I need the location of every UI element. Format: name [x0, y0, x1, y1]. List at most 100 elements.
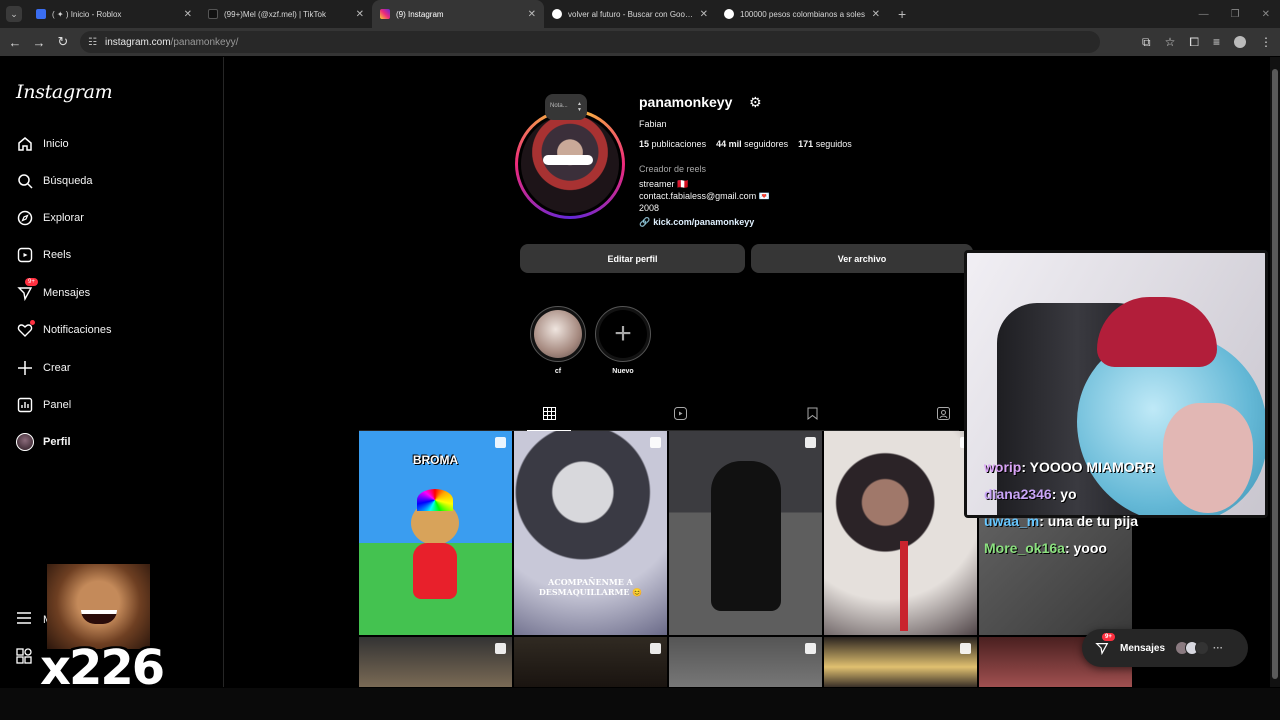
posts-stat: 15 publicaciones	[639, 139, 707, 149]
sidebar-item-explorar[interactable]: Explorar	[16, 207, 84, 229]
post-thumbnail[interactable]	[514, 637, 667, 687]
view-archive-button[interactable]: Ver archivo	[751, 244, 973, 273]
threads-apps-icon[interactable]	[16, 648, 32, 669]
tab-title: ( ✦ ) Inicio - Roblox	[52, 9, 122, 19]
post-caption: ACOMPAÑENME A DESMAQUILLARME 😊	[538, 577, 643, 597]
browser-tab[interactable]: 100000 pesos colombianos a soles ✕	[716, 0, 888, 28]
new-tab-icon[interactable]: +	[898, 6, 906, 22]
bookmark-star-icon[interactable]: ☆	[1165, 35, 1176, 49]
reel-badge-icon	[495, 437, 506, 448]
reload-icon[interactable]: ↻	[51, 34, 75, 50]
settings-gear-icon[interactable]: ⚙	[749, 94, 762, 111]
url-host: instagram.com	[104, 36, 171, 48]
tagged-icon	[936, 407, 950, 420]
tiktok-favicon-icon	[208, 9, 218, 19]
link-icon: 🔗	[639, 217, 651, 227]
monkey-illustration	[403, 489, 467, 601]
sidebar-item-crear[interactable]: Crear	[16, 357, 71, 379]
post-thumbnail[interactable]: ACOMPAÑENME A DESMAQUILLARME 😊	[514, 431, 667, 635]
tab-title: (9) Instagram	[396, 9, 444, 19]
sidebar-item-perfil[interactable]: Perfil	[16, 431, 71, 453]
profile-note-bubble[interactable]: Nota... ▲ ▼	[545, 94, 587, 120]
messages-pill-button[interactable]: 9+ Mensajes ···	[1082, 629, 1248, 667]
meme-face-overlay	[47, 564, 150, 649]
tab-reels[interactable]	[658, 407, 702, 425]
messenger-icon: 9+	[16, 278, 38, 302]
messenger-icon: 9+	[1094, 633, 1115, 656]
browser-tab[interactable]: volver al futuro - Buscar con Google ✕	[544, 0, 716, 28]
heart-icon	[16, 320, 35, 339]
reel-badge-icon	[805, 643, 816, 654]
close-tab-icon[interactable]: ✕	[356, 9, 364, 20]
browser-tab-active[interactable]: (9) Instagram ✕	[372, 0, 544, 28]
sidebar-item-label: Mensajes	[43, 287, 91, 299]
hamburger-menu-icon	[16, 611, 34, 628]
profile-picture[interactable]	[515, 109, 625, 219]
tab-posts[interactable]	[527, 407, 571, 431]
roblox-favicon-icon	[36, 9, 46, 19]
home-icon	[16, 135, 34, 153]
sidebar-item-label: Perfil	[43, 436, 71, 448]
media-icon[interactable]: ≡	[1213, 35, 1220, 49]
close-tab-icon[interactable]: ✕	[528, 9, 536, 20]
close-tab-icon[interactable]: ✕	[184, 9, 192, 20]
sidebar-item-busqueda[interactable]: Búsqueda	[16, 170, 93, 192]
chat-message: More_ok16a: yooo	[984, 540, 1107, 556]
unread-dot	[30, 320, 35, 325]
bookmark-icon	[807, 407, 817, 421]
minimize-icon[interactable]: —	[1199, 9, 1209, 20]
tab-search-button[interactable]: ⌄	[6, 6, 22, 22]
browser-menu-icon[interactable]: ⋮	[1260, 35, 1272, 49]
profile-category: Creador de reels	[639, 164, 707, 174]
followers-stat[interactable]: 44 mil seguidores	[716, 139, 788, 149]
close-tab-icon[interactable]: ✕	[700, 9, 708, 20]
post-thumbnail[interactable]	[669, 431, 822, 635]
bio-line: contact.fabialess@gmail.com 💌	[639, 191, 770, 201]
site-info-icon[interactable]: ☷	[88, 37, 97, 48]
chat-message: diana2346: yo	[984, 486, 1077, 502]
tab-saved[interactable]	[790, 407, 834, 425]
post-thumbnail[interactable]	[359, 637, 512, 687]
page-scrollbar[interactable]	[1270, 57, 1280, 687]
browser-profile-avatar[interactable]	[1234, 36, 1246, 48]
post-thumbnail[interactable]	[669, 637, 822, 687]
maximize-icon[interactable]: ❐	[1231, 9, 1240, 20]
sidebar-item-label: Reels	[43, 249, 72, 261]
forward-icon[interactable]: →	[27, 35, 51, 50]
highlight-cf[interactable]: cf	[529, 306, 587, 375]
sidebar-item-mensajes[interactable]: 9+ Mensajes	[16, 278, 91, 304]
close-window-icon[interactable]: ✕	[1262, 9, 1270, 20]
sidebar-item-reels[interactable]: Reels	[16, 244, 71, 266]
extensions-icon[interactable]: ⧠	[1189, 35, 1199, 50]
back-icon[interactable]: ←	[3, 35, 27, 50]
instagram-favicon-icon	[380, 9, 390, 19]
post-thumbnail[interactable]	[824, 431, 977, 635]
sidebar-item-notificaciones[interactable]: Notificaciones	[16, 319, 111, 341]
bio-link[interactable]: 🔗 kick.com/panamonkeyy	[639, 217, 754, 228]
bio-line: streamer 🇵🇪	[639, 179, 689, 189]
chart-icon	[16, 396, 34, 414]
url-path: /panamonkeyy/	[170, 36, 239, 48]
tab-tagged[interactable]	[921, 407, 965, 425]
sidebar-item-label: Panel	[43, 399, 72, 411]
edit-profile-button[interactable]: Editar perfil	[520, 244, 745, 273]
post-thumbnail[interactable]: BROMA	[359, 431, 512, 635]
post-thumbnail[interactable]	[824, 637, 977, 687]
following-stat[interactable]: 171 seguidos	[798, 139, 852, 149]
browser-tab[interactable]: ( ✦ ) Inicio - Roblox ✕	[28, 0, 200, 28]
close-tab-icon[interactable]: ✕	[872, 9, 880, 20]
cast-icon[interactable]: ⧉	[1142, 35, 1151, 50]
scrollbar-thumb[interactable]	[1272, 69, 1278, 679]
grid-icon	[542, 407, 556, 420]
notification-badge: 9+	[25, 278, 38, 286]
plus-icon: +	[599, 310, 647, 358]
highlight-label: cf	[554, 368, 562, 375]
browser-tab[interactable]: (99+)Mel (@xzf.mel) | TikTok ✕	[200, 0, 372, 28]
sidebar-item-inicio[interactable]: Inicio	[16, 133, 69, 155]
google-favicon-icon	[724, 9, 734, 19]
address-bar[interactable]: ☷ instagram.com/panamonkeyy/	[80, 31, 1100, 53]
sidebar-item-label: Notificaciones	[43, 324, 112, 336]
sidebar-item-panel[interactable]: Panel	[16, 394, 71, 416]
highlight-new[interactable]: + Nuevo	[594, 306, 652, 375]
instagram-logo[interactable]: Instagram	[16, 81, 113, 103]
